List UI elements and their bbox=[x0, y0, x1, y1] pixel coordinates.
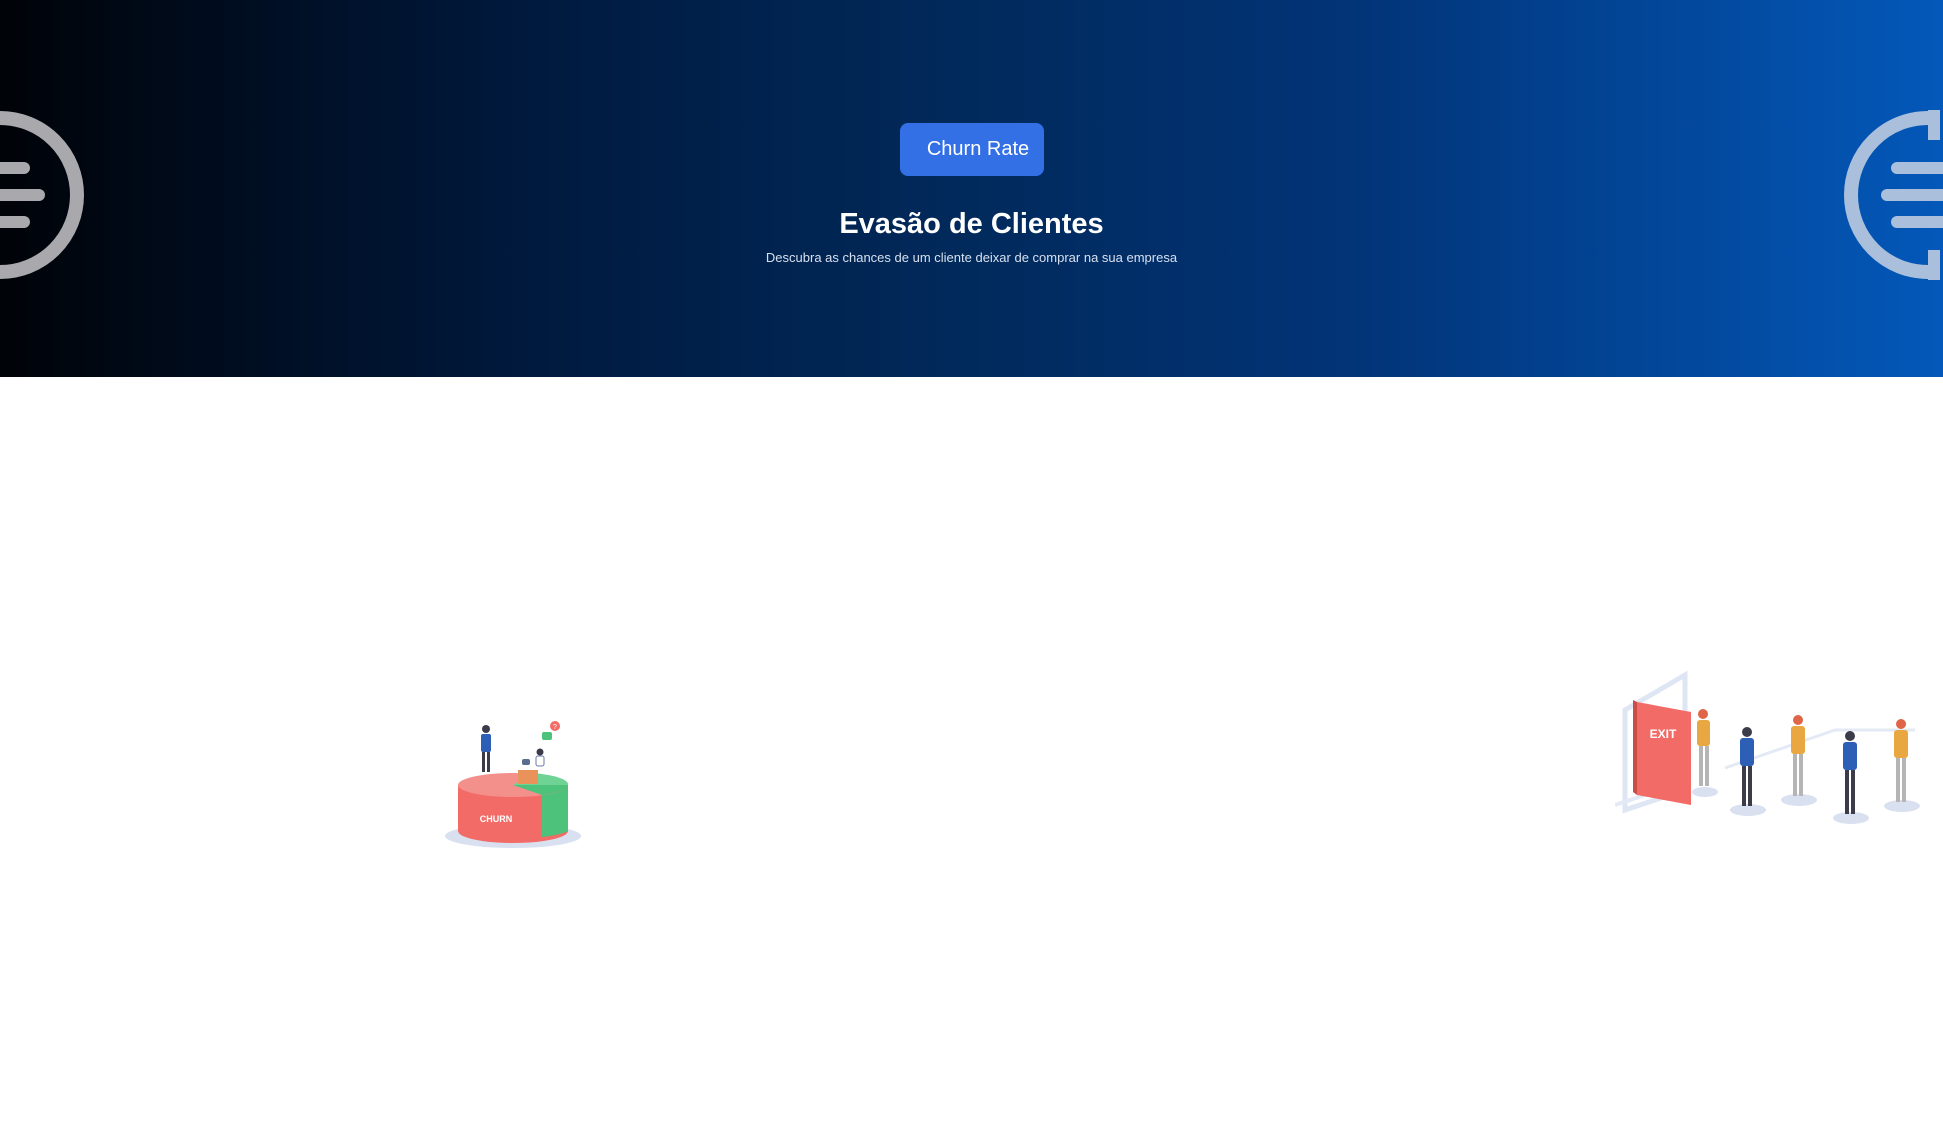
person-1 bbox=[1692, 709, 1718, 797]
churn-rate-button[interactable]: Churn Rate bbox=[900, 123, 1044, 176]
person-5 bbox=[1884, 719, 1920, 812]
hero-banner: Churn Rate Evasão de Clientes Descubra a… bbox=[0, 0, 1943, 377]
person-4 bbox=[1833, 731, 1869, 824]
svg-text:?: ? bbox=[553, 724, 557, 731]
page-title: Evasão de Clientes bbox=[839, 208, 1104, 240]
page-subtitle: Descubra as chances de um cliente deixar… bbox=[765, 250, 1178, 265]
churn-pie-illustration: CHURN ? bbox=[445, 721, 581, 848]
exit-label: EXIT bbox=[1650, 727, 1677, 741]
person-3 bbox=[1781, 715, 1817, 806]
churn-label: CHURN bbox=[480, 814, 513, 824]
exit-door-illustration: EXIT bbox=[1615, 670, 1920, 824]
person-2 bbox=[1730, 727, 1766, 816]
